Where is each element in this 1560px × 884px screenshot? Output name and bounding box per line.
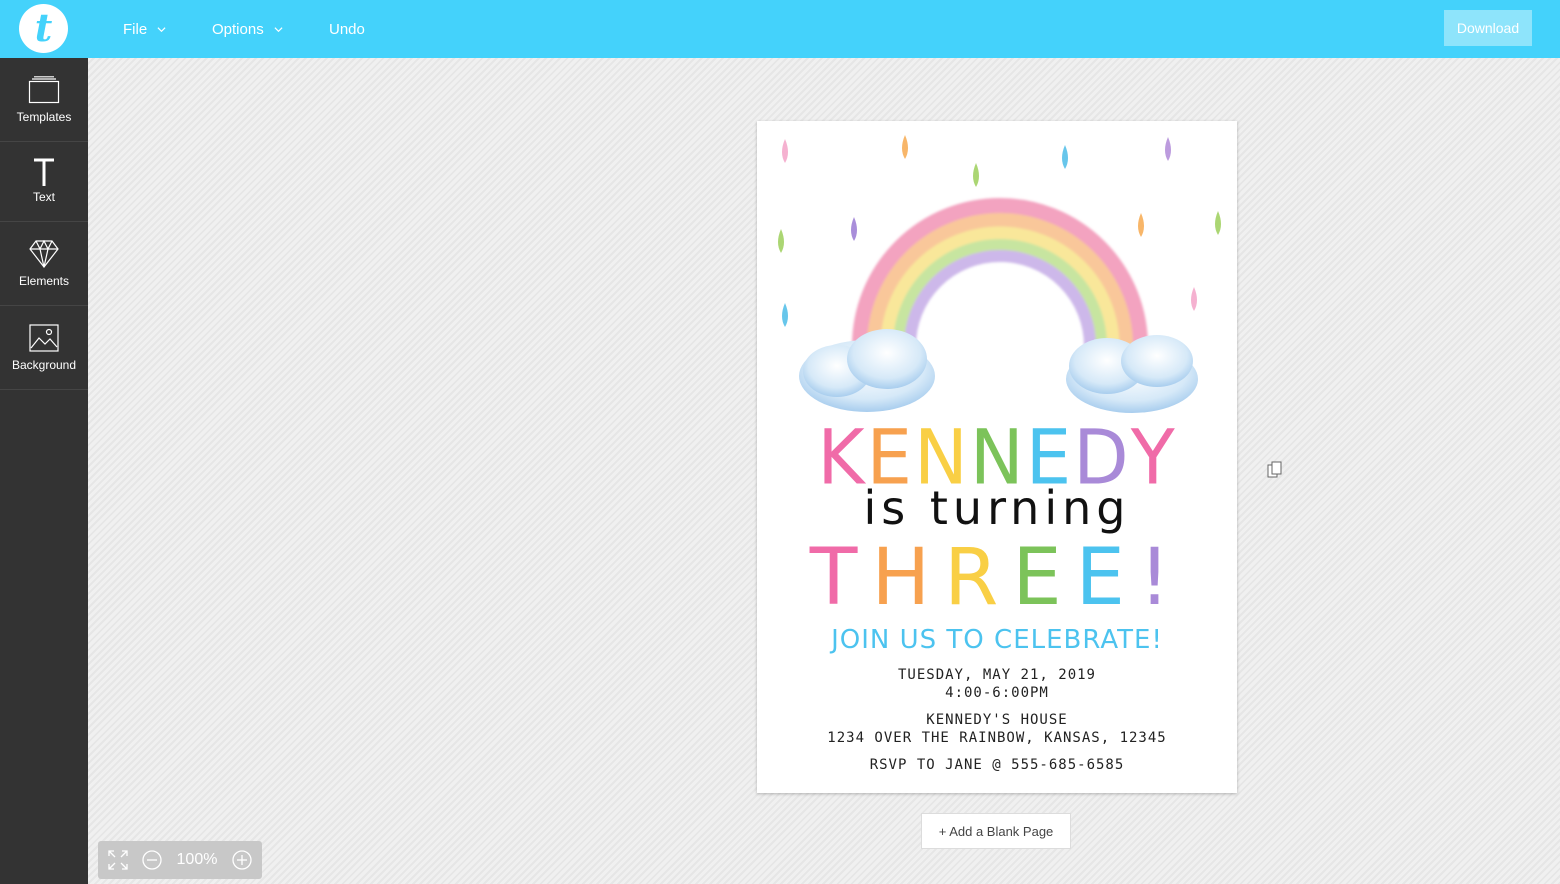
image-icon [29,324,59,352]
celebrate-line[interactable]: JOIN US TO CELEBRATE! [757,625,1237,655]
undo-label: Undo [329,20,365,38]
duplicate-page-icon[interactable] [1267,461,1283,479]
sidebar: Templates Text Elements Background [0,58,88,884]
sidebar-item-templates[interactable]: Templates [0,58,88,142]
sidebar-item-label: Background [11,358,77,372]
options-menu[interactable]: Options [212,0,283,58]
options-menu-label: Options [212,20,264,38]
top-bar: t File Options Undo Download [0,0,1560,58]
event-place[interactable]: KENNEDY'S HOUSE [757,711,1237,729]
age-letter: H [871,533,945,623]
zoom-out-icon[interactable] [142,850,162,870]
sidebar-item-elements[interactable]: Elements [0,222,88,306]
undo-button[interactable]: Undo [329,0,365,58]
invitation-page[interactable]: KENNEDY is turning THREE! JOIN US TO CEL… [757,121,1237,793]
sidebar-item-background[interactable]: Background [0,306,88,390]
age-letter: R [944,533,1013,623]
event-date[interactable]: TUESDAY, MAY 21, 2019 [757,666,1237,684]
app-logo[interactable]: t [19,4,68,53]
sidebar-item-label: Text [32,190,55,204]
templates-icon [28,76,60,104]
event-time[interactable]: 4:00-6:00PM [757,684,1237,702]
sidebar-item-label: Templates [16,110,72,124]
cloud-left [799,329,935,412]
sidebar-item-label: Elements [18,274,70,288]
age-letter: E [1075,533,1139,623]
text-icon [32,156,56,188]
age-letter: ! [1138,533,1185,623]
download-button[interactable]: Download [1444,10,1532,46]
file-menu-label: File [123,20,148,38]
file-menu[interactable]: File [123,0,166,58]
age-text[interactable]: THREE! [757,539,1237,617]
zoom-control: 100% [98,841,262,879]
logo-letter: t [34,4,53,50]
age-letter: T [809,533,872,623]
zoom-level: 100% [176,851,218,868]
chevron-down-icon [157,26,166,32]
cloud-right [1066,335,1198,413]
diamond-icon [29,240,59,268]
fit-screen-icon[interactable] [108,850,128,870]
age-letter: E [1012,533,1076,623]
turning-line[interactable]: is turning [757,483,1237,534]
sidebar-item-text[interactable]: Text [0,142,88,222]
add-blank-page-button[interactable]: + Add a Blank Page [921,813,1071,849]
chevron-down-icon [274,26,283,32]
rainbow-illustration[interactable] [757,121,1237,421]
event-address[interactable]: 1234 OVER THE RAINBOW, KANSAS, 12345 [757,729,1237,747]
zoom-in-icon[interactable] [232,850,252,870]
event-rsvp[interactable]: RSVP TO JANE @ 555-685-6585 [757,756,1237,774]
